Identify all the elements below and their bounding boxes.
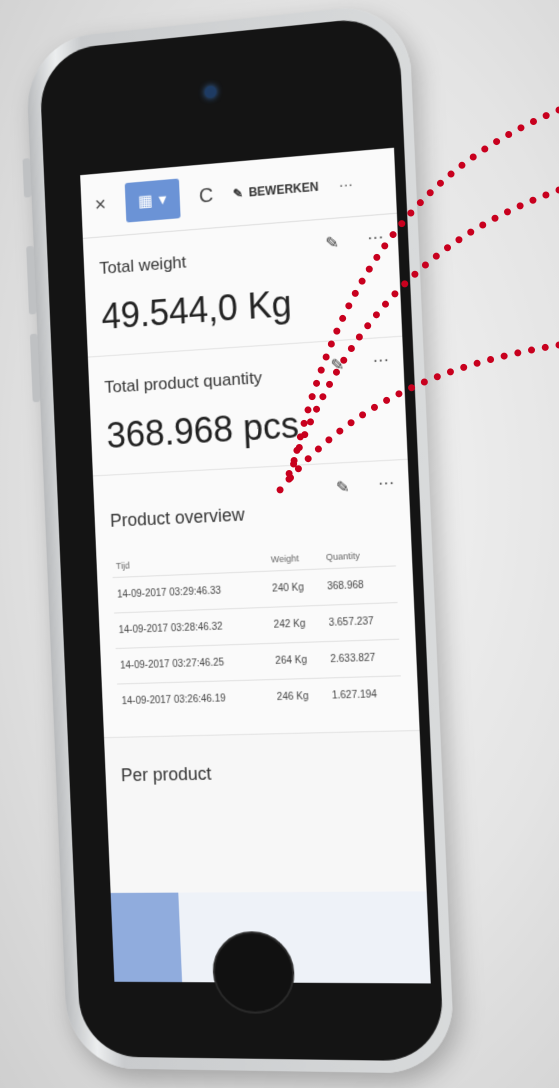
pencil-icon[interactable]: ✎ — [325, 233, 339, 254]
card-title: Product overview — [109, 504, 246, 531]
cell-time: 14-09-2017 03:27:46.25 — [115, 643, 273, 685]
column-header: Weight — [270, 553, 299, 565]
more-icon[interactable]: ··· — [367, 229, 384, 251]
cell-quantity: 3.657.237 — [323, 602, 400, 642]
edit-button[interactable]: ✎ BEWERKEN — [233, 180, 319, 201]
cell-quantity: 1.627.194 — [327, 675, 403, 714]
app-screen: × ▦ ▾ C ✎ BEWERKEN ··· ✎ ··· Total weigh… — [80, 147, 431, 984]
refresh-icon[interactable]: C — [199, 184, 214, 208]
edit-label: BEWERKEN — [248, 179, 319, 200]
more-icon[interactable]: ··· — [378, 475, 395, 496]
cell-time: 14-09-2017 03:28:46.32 — [114, 607, 271, 649]
chevron-down-icon: ▾ — [158, 191, 167, 209]
product-overview-card: ✎ ··· Product overview Tijd Weight Quant… — [92, 459, 420, 739]
per-product-title: Per product — [120, 763, 212, 786]
card-value: 368.968 pcs — [105, 404, 300, 456]
smartphone: × ▦ ▾ C ✎ BEWERKEN ··· ✎ ··· Total weigh… — [22, 1, 456, 1074]
more-icon[interactable]: ··· — [338, 176, 353, 193]
cell-time: 14-09-2017 03:29:46.33 — [112, 571, 270, 614]
front-camera — [204, 85, 217, 99]
cell-weight: 264 Kg — [270, 641, 328, 680]
phone-front: × ▦ ▾ C ✎ BEWERKEN ··· ✎ ··· Total weigh… — [38, 14, 445, 1062]
cell-weight: 242 Kg — [269, 605, 326, 644]
pencil-icon: ✎ — [232, 186, 244, 201]
range-slider-handle[interactable] — [110, 892, 183, 983]
calendar-dropdown-button[interactable]: ▦ ▾ — [124, 178, 181, 223]
total-quantity-card: ✎ ··· Total product quantity 368.968 pcs — [87, 336, 408, 477]
cell-weight: 240 Kg — [267, 568, 324, 608]
table-row[interactable]: 14-09-2017 03:26:46.19 246 Kg 1.627.194 — [117, 675, 403, 720]
card-value: 49.544,0 Kg — [100, 282, 293, 337]
total-weight-card: ✎ ··· Total weight 49.544,0 Kg — [82, 213, 403, 358]
pencil-icon[interactable]: ✎ — [330, 355, 344, 376]
overview-table: Tijd Weight Quantity 14-09-2017 03:29:46… — [112, 543, 403, 720]
cell-weight: 246 Kg — [272, 677, 329, 716]
volume-up-button — [26, 245, 37, 315]
silent-switch — [22, 158, 32, 198]
calendar-icon: ▦ — [137, 192, 154, 211]
more-icon[interactable]: ··· — [372, 352, 389, 373]
cell-time: 14-09-2017 03:26:46.19 — [117, 679, 274, 720]
pencil-icon[interactable]: ✎ — [336, 477, 350, 498]
column-header: Quantity — [325, 550, 360, 563]
volume-down-button — [29, 333, 41, 403]
cell-quantity: 2.633.827 — [325, 639, 401, 678]
card-actions: ✎ ··· — [336, 475, 395, 498]
cell-quantity: 368.968 — [322, 565, 398, 606]
close-icon[interactable]: × — [94, 193, 106, 217]
card-actions: ✎ ··· — [330, 352, 389, 376]
